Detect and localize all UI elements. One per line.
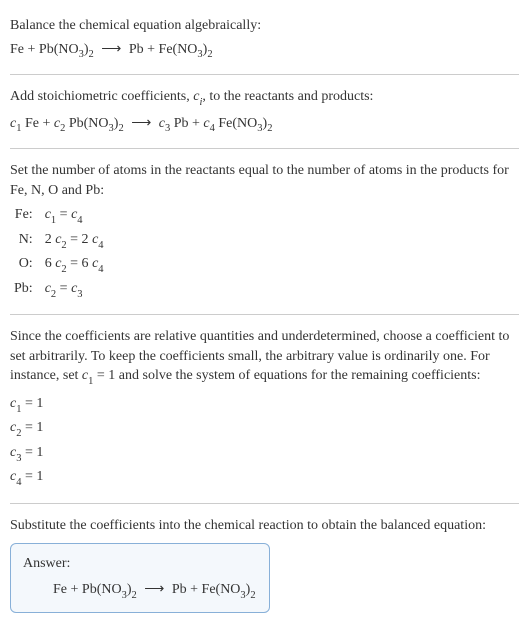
eq-sub: 2 — [250, 590, 255, 601]
eq-sub: 2 — [267, 123, 272, 134]
text-part: , to the reactants and products: — [202, 89, 373, 104]
step4-text: Since the coefficients are relative quan… — [10, 327, 519, 389]
ci-sub: i — [199, 97, 202, 108]
solution-row: c4 = 1 — [10, 466, 519, 490]
eq-arrow: ⟶ — [137, 582, 172, 597]
initial-equation: Fe + Pb(NO3)2 ⟶ Pb + Fe(NO3)2 — [10, 40, 519, 62]
element-label: Pb: — [10, 278, 41, 302]
balance-equation: 6 c2 = 6 c4 — [41, 253, 108, 277]
eq-part: ) — [84, 42, 89, 57]
eq-part: + — [67, 582, 82, 597]
eq-sub: 3 — [122, 590, 127, 601]
coeff-sub: 1 — [16, 123, 21, 134]
element-label: O: — [10, 253, 41, 277]
eq-part: Fe — [53, 582, 67, 597]
coeff-var: c — [203, 116, 209, 131]
table-row: Fe:c1 = c4 — [10, 204, 108, 228]
divider — [10, 503, 519, 504]
section-solve: Since the coefficients are relative quan… — [10, 321, 519, 497]
eq-arrow: ⟶ — [94, 42, 129, 57]
eq-part: + — [187, 582, 202, 597]
eq-part: Fe — [10, 42, 24, 57]
table-row: N:2 c2 = 2 c4 — [10, 229, 108, 253]
balance-equation: 2 c2 = 2 c4 — [41, 229, 108, 253]
step5-text: Substitute the coefficients into the che… — [10, 516, 519, 536]
coeff-sub: 1 — [88, 376, 93, 387]
eq-sub: 2 — [132, 590, 137, 601]
eq-part: Fe(NO — [159, 42, 198, 57]
eq-arrow: ⟶ — [124, 116, 159, 131]
eq-sub: 3 — [257, 123, 262, 134]
eq-part: Pb(NO — [65, 116, 108, 131]
text-part: = 1 and solve the system of equations fo… — [93, 368, 480, 383]
eq-sub: 3 — [109, 123, 114, 134]
element-label: N: — [10, 229, 41, 253]
answer-label: Answer: — [23, 554, 257, 574]
element-label: Fe: — [10, 204, 41, 228]
section-stoichiometric: Add stoichiometric coefficients, ci, to … — [10, 81, 519, 142]
title-text: Balance the chemical equation algebraica… — [10, 16, 519, 36]
step2-text: Add stoichiometric coefficients, ci, to … — [10, 87, 519, 109]
eq-part: Pb(NO — [82, 582, 122, 597]
coeff-sub: 2 — [60, 123, 65, 134]
eq-part: Pb — [129, 42, 144, 57]
eq-sub: 3 — [79, 49, 84, 60]
balance-equation: c1 = c4 — [41, 204, 108, 228]
eq-sub: 2 — [118, 123, 123, 134]
section-substitute: Substitute the coefficients into the che… — [10, 510, 519, 620]
divider — [10, 314, 519, 315]
solution-row: c2 = 1 — [10, 417, 519, 441]
solution-list: c1 = 1c2 = 1c3 = 1c4 = 1 — [10, 393, 519, 491]
section-atoms: Set the number of atoms in the reactants… — [10, 155, 519, 308]
section-title: Balance the chemical equation algebraica… — [10, 10, 519, 68]
balance-equation: c2 = c3 — [41, 278, 108, 302]
table-row: O:6 c2 = 6 c4 — [10, 253, 108, 277]
final-equation: Fe + Pb(NO3)2 ⟶ Pb + Fe(NO3)2 — [23, 580, 257, 602]
divider — [10, 74, 519, 75]
eq-sub: 2 — [207, 49, 212, 60]
eq-part: Pb + — [170, 116, 203, 131]
eq-part: Fe(NO — [215, 116, 257, 131]
answer-box: Answer: Fe + Pb(NO3)2 ⟶ Pb + Fe(NO3)2 — [10, 543, 270, 613]
eq-part: Pb — [172, 582, 187, 597]
divider — [10, 148, 519, 149]
atom-balance-table: Fe:c1 = c4N:2 c2 = 2 c4O:6 c2 = 6 c4Pb:c… — [10, 204, 108, 302]
eq-part: Pb(NO — [39, 42, 79, 57]
table-row: Pb:c2 = c3 — [10, 278, 108, 302]
step3-text: Set the number of atoms in the reactants… — [10, 161, 519, 200]
eq-part: ) — [127, 582, 132, 597]
coefficient-equation: c1 Fe + c2 Pb(NO3)2 ⟶ c3 Pb + c4 Fe(NO3)… — [10, 114, 519, 136]
solution-row: c3 = 1 — [10, 442, 519, 466]
solution-row: c1 = 1 — [10, 393, 519, 417]
eq-part: + — [24, 42, 39, 57]
eq-sub: 2 — [89, 49, 94, 60]
eq-part: + — [144, 42, 159, 57]
coeff-sub: 4 — [210, 123, 215, 134]
eq-sub: 3 — [197, 49, 202, 60]
eq-part: Fe + — [21, 116, 53, 131]
eq-sub: 3 — [240, 590, 245, 601]
text-part: Add stoichiometric coefficients, — [10, 89, 193, 104]
eq-part: Fe(NO — [202, 582, 241, 597]
coeff-sub: 3 — [165, 123, 170, 134]
